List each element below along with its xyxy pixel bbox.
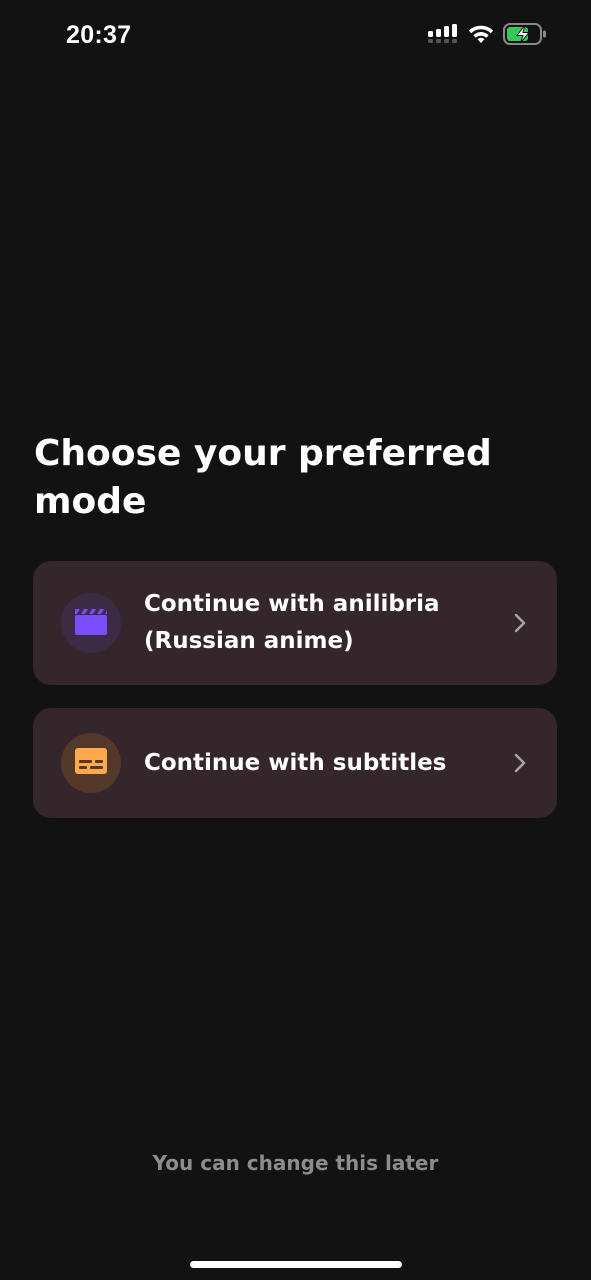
subtitles-icon-container — [61, 733, 121, 793]
anilibria-mode-option[interactable]: Continue with anilibria (Russian anime) — [33, 561, 557, 685]
subtitles-mode-option[interactable]: Continue with subtitles — [33, 708, 557, 818]
status-bar: 20:37 — [0, 0, 591, 70]
battery-charging-icon — [503, 22, 547, 50]
anilibria-option-label: Continue with anilibria (Russian anime) — [144, 591, 440, 654]
home-indicator[interactable] — [190, 1261, 402, 1268]
cellular-signal-icon — [428, 24, 459, 48]
footer-note: You can change this later — [152, 1151, 439, 1175]
chevron-right-icon — [513, 612, 527, 634]
subtitles-option-label: Continue with subtitles — [144, 749, 447, 776]
status-time: 20:37 — [66, 21, 132, 49]
clapperboard-icon-container — [61, 593, 121, 653]
status-icons — [428, 22, 547, 50]
chevron-right-icon — [513, 752, 527, 774]
wifi-icon — [467, 23, 495, 49]
clapperboard-icon — [75, 607, 107, 639]
subtitles-icon — [75, 748, 107, 778]
page-title: Choose your preferred mode — [34, 433, 492, 522]
